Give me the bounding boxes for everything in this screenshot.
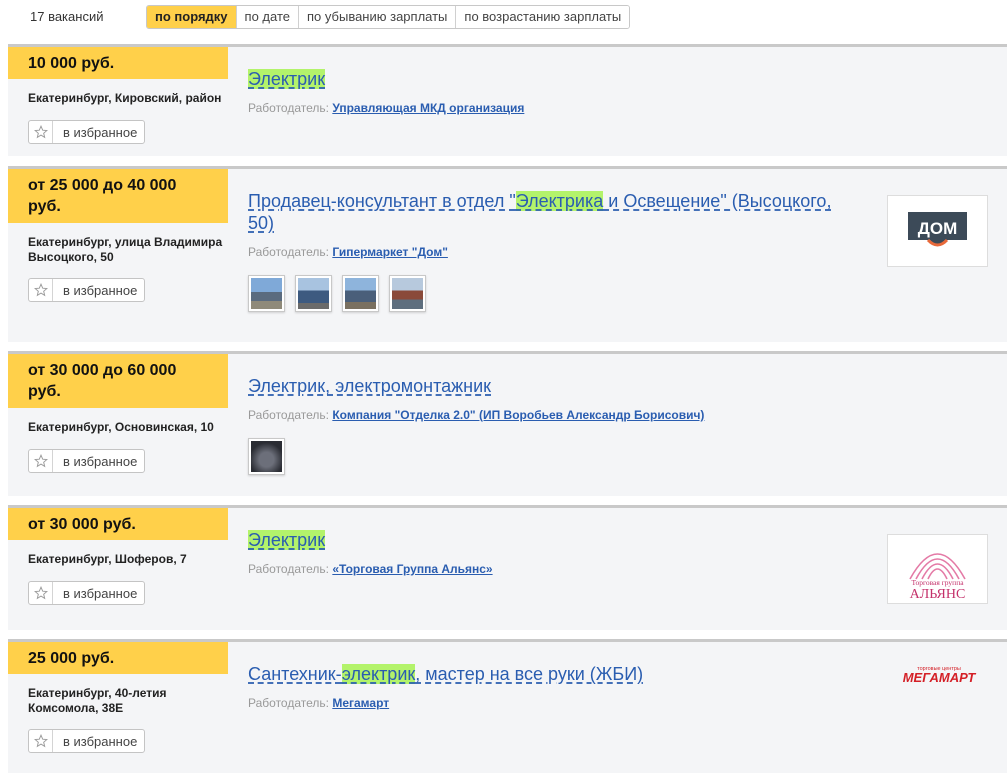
employer-logo[interactable]: торговые центры МЕГАМАРТ [887, 664, 991, 686]
salary-badge: от 25 000 до 40 000 руб. [8, 169, 228, 223]
favorites-label: в избранное [63, 585, 138, 601]
star-icon [29, 730, 53, 752]
employer-link[interactable]: «Торговая Группа Альянс» [332, 562, 492, 576]
add-to-favorites-button[interactable]: в избранное [28, 581, 145, 605]
employer-prefix: Работодатель: [248, 696, 329, 710]
vacancy-location: Екатеринбург, улица Владимира Высоцкого,… [28, 235, 223, 264]
salary-badge: от 30 000 руб. [8, 508, 228, 540]
photo-thumbnail[interactable] [342, 275, 379, 312]
favorites-label: в избранное [63, 453, 138, 469]
star-icon [29, 279, 53, 301]
vacancy-location: Екатеринбург, Основинская, 10 [28, 420, 214, 434]
employer-prefix: Работодатель: [248, 245, 329, 259]
svg-text:АЛЬЯНС: АЛЬЯНС [910, 587, 966, 602]
svg-text:ДОМ: ДОМ [918, 219, 958, 238]
sort-salary-desc-button[interactable]: по убыванию зарплаты [298, 6, 456, 28]
title-highlight: Электрик [248, 530, 326, 550]
title-highlight: Электрика [515, 191, 604, 211]
svg-text:Торговая группа: Торговая группа [911, 578, 964, 587]
employer-prefix: Работодатель: [248, 101, 329, 115]
employer-line: Работодатель: Компания "Отделка 2.0" (ИП… [248, 408, 704, 422]
salary-badge: от 30 000 до 60 000 руб. [8, 354, 228, 408]
title-text: , мастер на все руки (ЖБИ) [415, 664, 644, 684]
megamart-logo-icon: торговые центры МЕГАМАРТ [903, 666, 977, 685]
title-highlight: Электрик [248, 69, 326, 89]
sort-default-button[interactable]: по порядку [147, 6, 236, 28]
vacancy-card: от 30 000 до 60 000 руб. Екатеринбург, О… [8, 351, 1007, 496]
photo-thumbnail[interactable] [295, 275, 332, 312]
salary-badge: 25 000 руб. [8, 642, 228, 674]
vacancy-location: Екатеринбург, 40-летия Комсомола, 38Е [28, 686, 167, 715]
employer-line: Работодатель: «Торговая Группа Альянс» [248, 562, 493, 576]
results-toolbar: 17 вакансий по порядку по дате по убыван… [0, 0, 1007, 44]
employer-prefix: Работодатель: [248, 408, 329, 422]
vacancy-location: Екатеринбург, Шоферов, 7 [28, 552, 187, 566]
vacancy-card: от 25 000 до 40 000 руб. Екатеринбург, у… [8, 166, 1007, 342]
employer-logo[interactable]: ДОМ [887, 195, 988, 267]
vacancy-title-link[interactable]: Электрик, электромонтажник [248, 375, 491, 397]
vacancy-location: Екатеринбург, Кировский, район [28, 91, 222, 105]
employer-line: Работодатель: Гипермаркет "Дом" [248, 245, 448, 259]
vacancy-title-link[interactable]: Сантехник-электрик, мастер на все руки (… [248, 663, 643, 685]
add-to-favorites-button[interactable]: в избранное [28, 729, 145, 753]
employer-link[interactable]: Гипермаркет "Дом" [332, 245, 448, 259]
employer-link[interactable]: Управляющая МКД организация [332, 101, 524, 115]
add-to-favorites-button[interactable]: в избранное [28, 120, 145, 144]
sort-salary-asc-button[interactable]: по возрастанию зарплаты [455, 6, 630, 28]
alliance-logo-icon: Торговая группа АЛЬЯНС [909, 553, 966, 602]
employer-logo[interactable]: Торговая группа АЛЬЯНС [887, 534, 988, 604]
employer-link[interactable]: Мегамарт [332, 696, 389, 710]
salary-badge: 10 000 руб. [8, 47, 228, 79]
vacancy-title-link[interactable]: Электрик [248, 529, 326, 551]
employer-prefix: Работодатель: [248, 562, 329, 576]
sort-by-date-button[interactable]: по дате [235, 6, 298, 28]
favorites-label: в избранное [63, 124, 138, 140]
photo-thumbnail[interactable] [389, 275, 426, 312]
vacancy-count: 17 вакансий [30, 9, 104, 24]
vacancy-card: 10 000 руб. Екатеринбург, Кировский, рай… [8, 44, 1007, 156]
star-icon [29, 582, 53, 604]
favorites-label: в избранное [63, 282, 138, 298]
svg-text:МЕГАМАРТ: МЕГАМАРТ [903, 670, 977, 685]
star-icon [29, 450, 53, 472]
employer-link[interactable]: Компания "Отделка 2.0" (ИП Воробьев Алек… [332, 408, 704, 422]
photo-thumbnail[interactable] [248, 275, 285, 312]
photo-thumbnail[interactable] [248, 438, 285, 475]
title-highlight: электрик [341, 664, 416, 684]
add-to-favorites-button[interactable]: в избранное [28, 278, 145, 302]
employer-line: Работодатель: Управляющая МКД организаци… [248, 101, 524, 115]
photo-gallery [248, 438, 285, 475]
vacancy-title-link[interactable]: Продавец-консультант в отдел "Электрика … [248, 190, 848, 234]
title-text: Сантехник- [248, 664, 342, 684]
vacancy-card: 25 000 руб. Екатеринбург, 40-летия Комсо… [8, 639, 1007, 773]
dom-logo-icon: ДОМ [908, 212, 967, 247]
employer-line: Работодатель: Мегамарт [248, 696, 389, 710]
favorites-label: в избранное [63, 733, 138, 749]
photo-gallery [248, 275, 426, 312]
vacancy-card: от 30 000 руб. Екатеринбург, Шоферов, 7 … [8, 505, 1007, 630]
vacancy-title-link[interactable]: Электрик [248, 68, 326, 90]
sort-options: по порядку по дате по убыванию зарплаты … [146, 5, 631, 29]
star-icon [29, 121, 53, 143]
title-text: Продавец-консультант в отдел " [248, 191, 516, 211]
add-to-favorites-button[interactable]: в избранное [28, 449, 145, 473]
title-text: Электрик, электромонтажник [248, 376, 492, 396]
